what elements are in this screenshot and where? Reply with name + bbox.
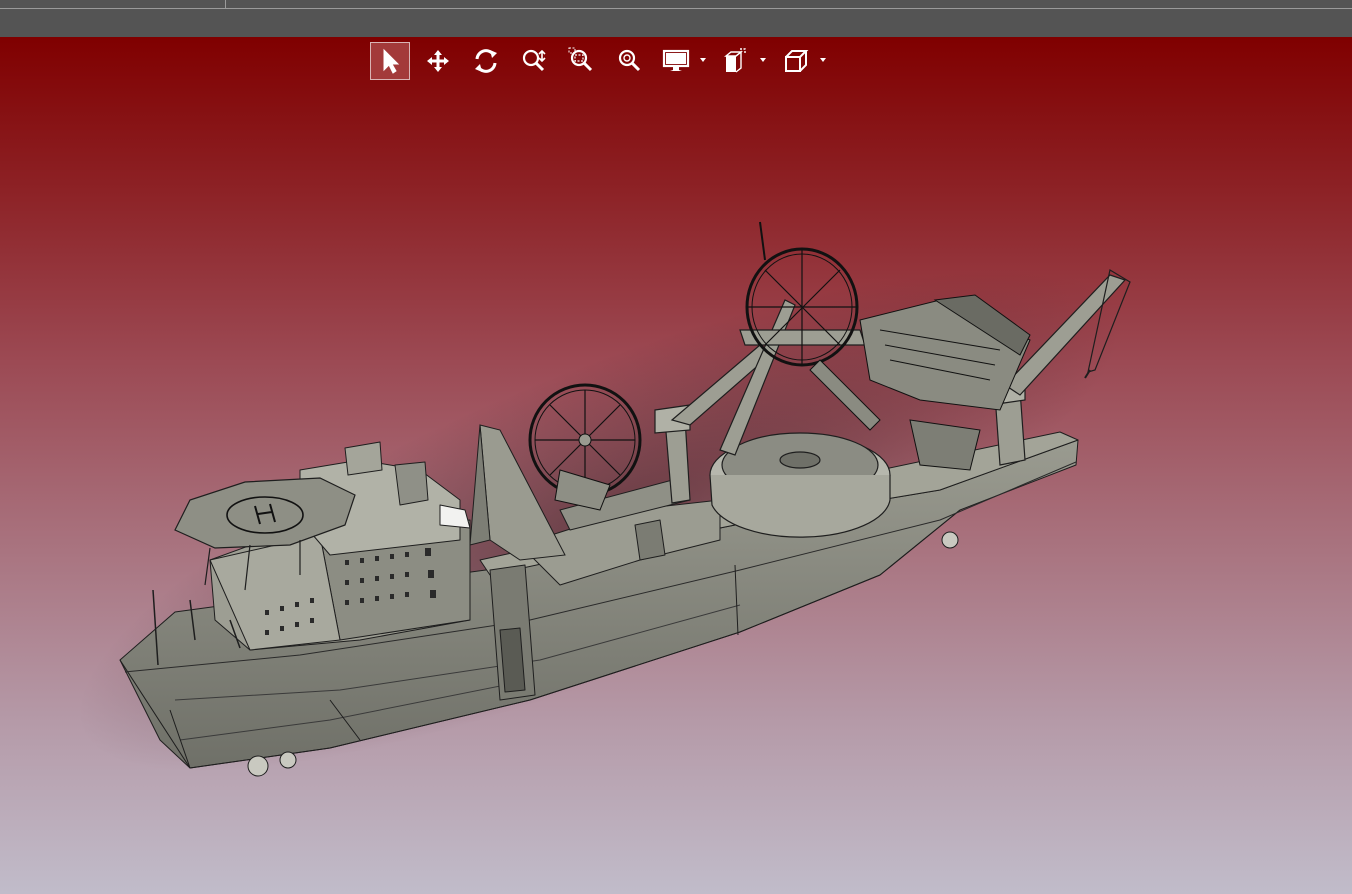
tab-strip [0, 0, 1352, 9]
3d-viewport[interactable] [0, 37, 1352, 894]
ship-model[interactable] [0, 37, 1352, 894]
tab-divider [225, 0, 226, 8]
title-bar [0, 0, 1352, 37]
